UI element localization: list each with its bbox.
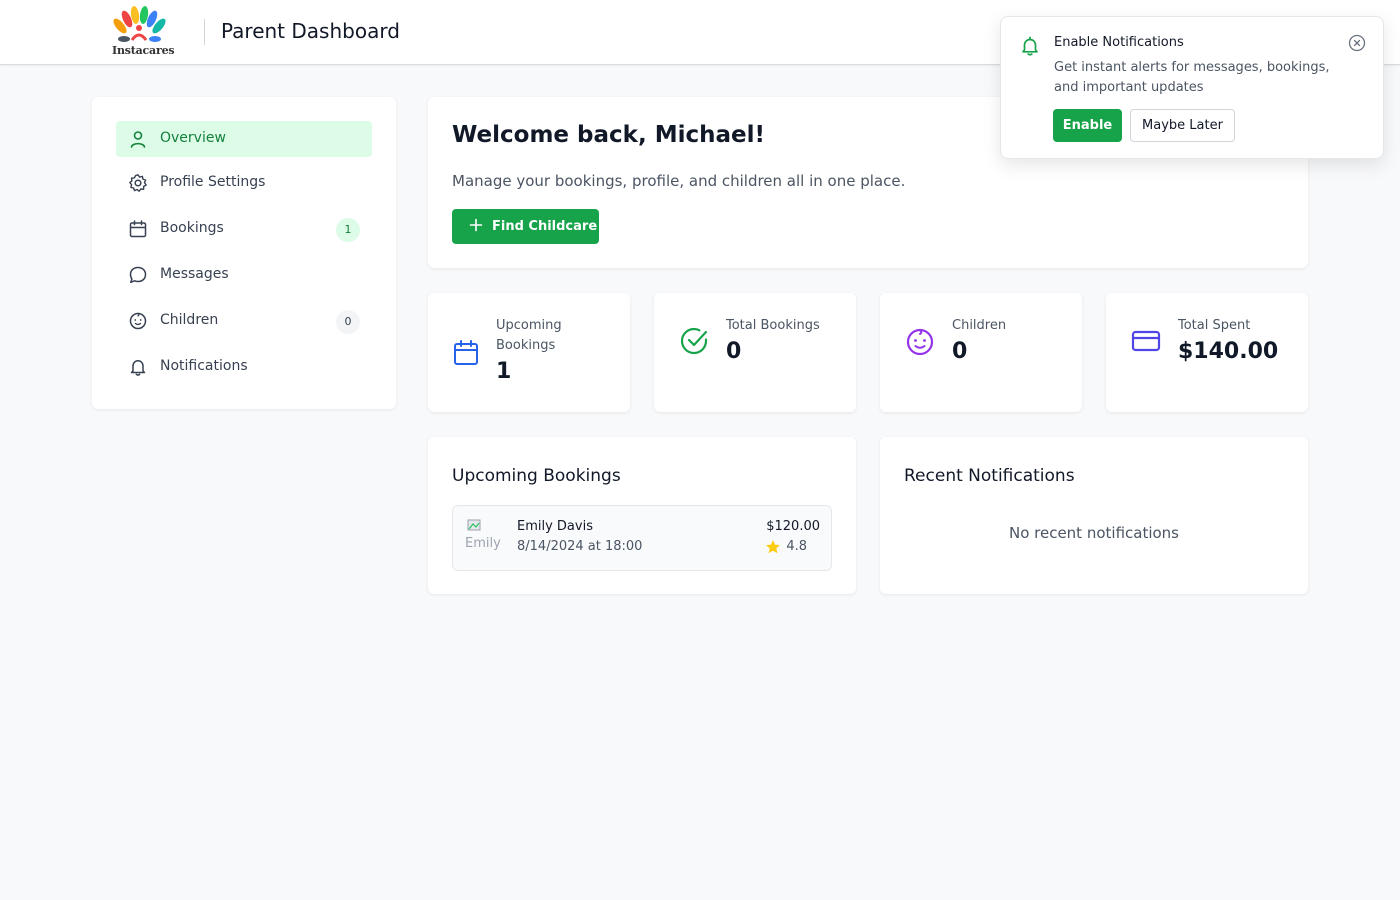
bell-icon xyxy=(1022,36,1038,56)
stat-label-line1: Upcoming xyxy=(496,318,562,333)
maybe-later-button[interactable]: Maybe Later xyxy=(1130,109,1235,142)
credit-card-icon xyxy=(1131,330,1161,352)
stat-label: Children xyxy=(952,318,1007,333)
booking-rating: 4.8 xyxy=(786,539,807,554)
stat-value: 0 xyxy=(952,339,968,364)
sidebar-item-notifications[interactable]: Notifications xyxy=(116,349,372,385)
bell-icon xyxy=(130,360,146,376)
popup-title: Enable Notifications xyxy=(1054,35,1184,50)
sidebar-item-label: Notifications xyxy=(160,358,248,374)
stat-label: Total Bookings xyxy=(726,318,820,333)
baby-face-icon xyxy=(129,312,147,330)
sidebar-item-messages[interactable]: Messages xyxy=(116,257,372,293)
stat-card-total-bookings: Total Bookings 0 xyxy=(654,293,856,412)
stat-value: 1 xyxy=(496,359,512,384)
stat-card-upcoming-bookings: Upcoming Bookings 1 xyxy=(428,293,630,412)
sidebar-item-profile-settings[interactable]: Profile Settings xyxy=(116,165,372,201)
sidebar-item-overview[interactable]: Overview xyxy=(116,121,372,157)
avatar-alt-text: Emily xyxy=(465,536,501,551)
enable-notifications-popup: Enable Notifications Get instant alerts … xyxy=(1000,16,1384,159)
page-title: Parent Dashboard xyxy=(221,19,400,43)
sidebar-item-label: Bookings xyxy=(160,220,224,236)
welcome-title: Welcome back, Michael! xyxy=(452,122,765,148)
check-circle-icon xyxy=(680,327,708,355)
stat-label: Total Spent xyxy=(1178,318,1251,333)
calendar-icon xyxy=(129,220,147,238)
baby-face-icon xyxy=(906,328,934,356)
sidebar-item-label: Profile Settings xyxy=(160,174,266,190)
find-childcare-button[interactable]: Find Childcare xyxy=(452,209,599,244)
stat-value: 0 xyxy=(726,339,742,364)
booking-caregiver-name: Emily Davis xyxy=(517,519,593,534)
logo-text: Instacares xyxy=(112,44,175,57)
booking-price: $120.00 xyxy=(766,519,820,534)
children-count-badge: 0 xyxy=(336,310,360,334)
bookings-count-badge: 1 xyxy=(336,218,360,242)
booking-date: 8/14/2024 at 18:00 xyxy=(517,539,643,554)
sidebar: Overview Profile Settings Bookings 1 Mes… xyxy=(92,97,396,409)
section-title: Recent Notifications xyxy=(904,466,1075,486)
booking-list-item[interactable]: Emily Emily Davis 8/14/2024 at 18:00 $12… xyxy=(452,505,832,571)
close-icon[interactable] xyxy=(1348,34,1366,52)
stat-label-line2: Bookings xyxy=(496,338,556,353)
upcoming-bookings-card: Upcoming Bookings Emily Emily Davis 8/14… xyxy=(428,437,856,594)
welcome-subtitle: Manage your bookings, profile, and child… xyxy=(452,172,906,190)
broken-image-icon xyxy=(467,519,481,531)
sidebar-item-bookings[interactable]: Bookings 1 xyxy=(116,211,372,247)
instacares-logo[interactable]: Instacares xyxy=(110,6,175,58)
empty-state-text: No recent notifications xyxy=(1008,524,1180,542)
logo-mark-icon xyxy=(113,6,166,42)
stat-card-total-spent: Total Spent $140.00 xyxy=(1106,293,1308,412)
header-divider xyxy=(204,19,205,45)
star-icon xyxy=(766,540,780,554)
avatar: Emily xyxy=(465,518,505,558)
recent-notifications-card: Recent Notifications No recent notificat… xyxy=(880,437,1308,594)
section-title: Upcoming Bookings xyxy=(452,466,621,486)
find-childcare-label: Find Childcare xyxy=(492,219,598,234)
sidebar-item-label: Children xyxy=(160,312,219,328)
enable-button[interactable]: Enable xyxy=(1053,109,1122,142)
popup-description: Get instant alerts for messages, booking… xyxy=(1054,60,1330,95)
stat-value: $140.00 xyxy=(1178,339,1279,364)
sidebar-item-label: Overview xyxy=(160,130,226,146)
user-icon xyxy=(130,131,146,148)
plus-icon xyxy=(469,218,483,232)
stat-card-children: Children 0 xyxy=(880,293,1082,412)
sidebar-item-label: Messages xyxy=(160,266,229,282)
calendar-icon xyxy=(454,340,478,365)
chat-bubble-icon xyxy=(129,266,147,284)
sidebar-item-children[interactable]: Children 0 xyxy=(116,303,372,339)
gear-icon xyxy=(129,174,147,192)
